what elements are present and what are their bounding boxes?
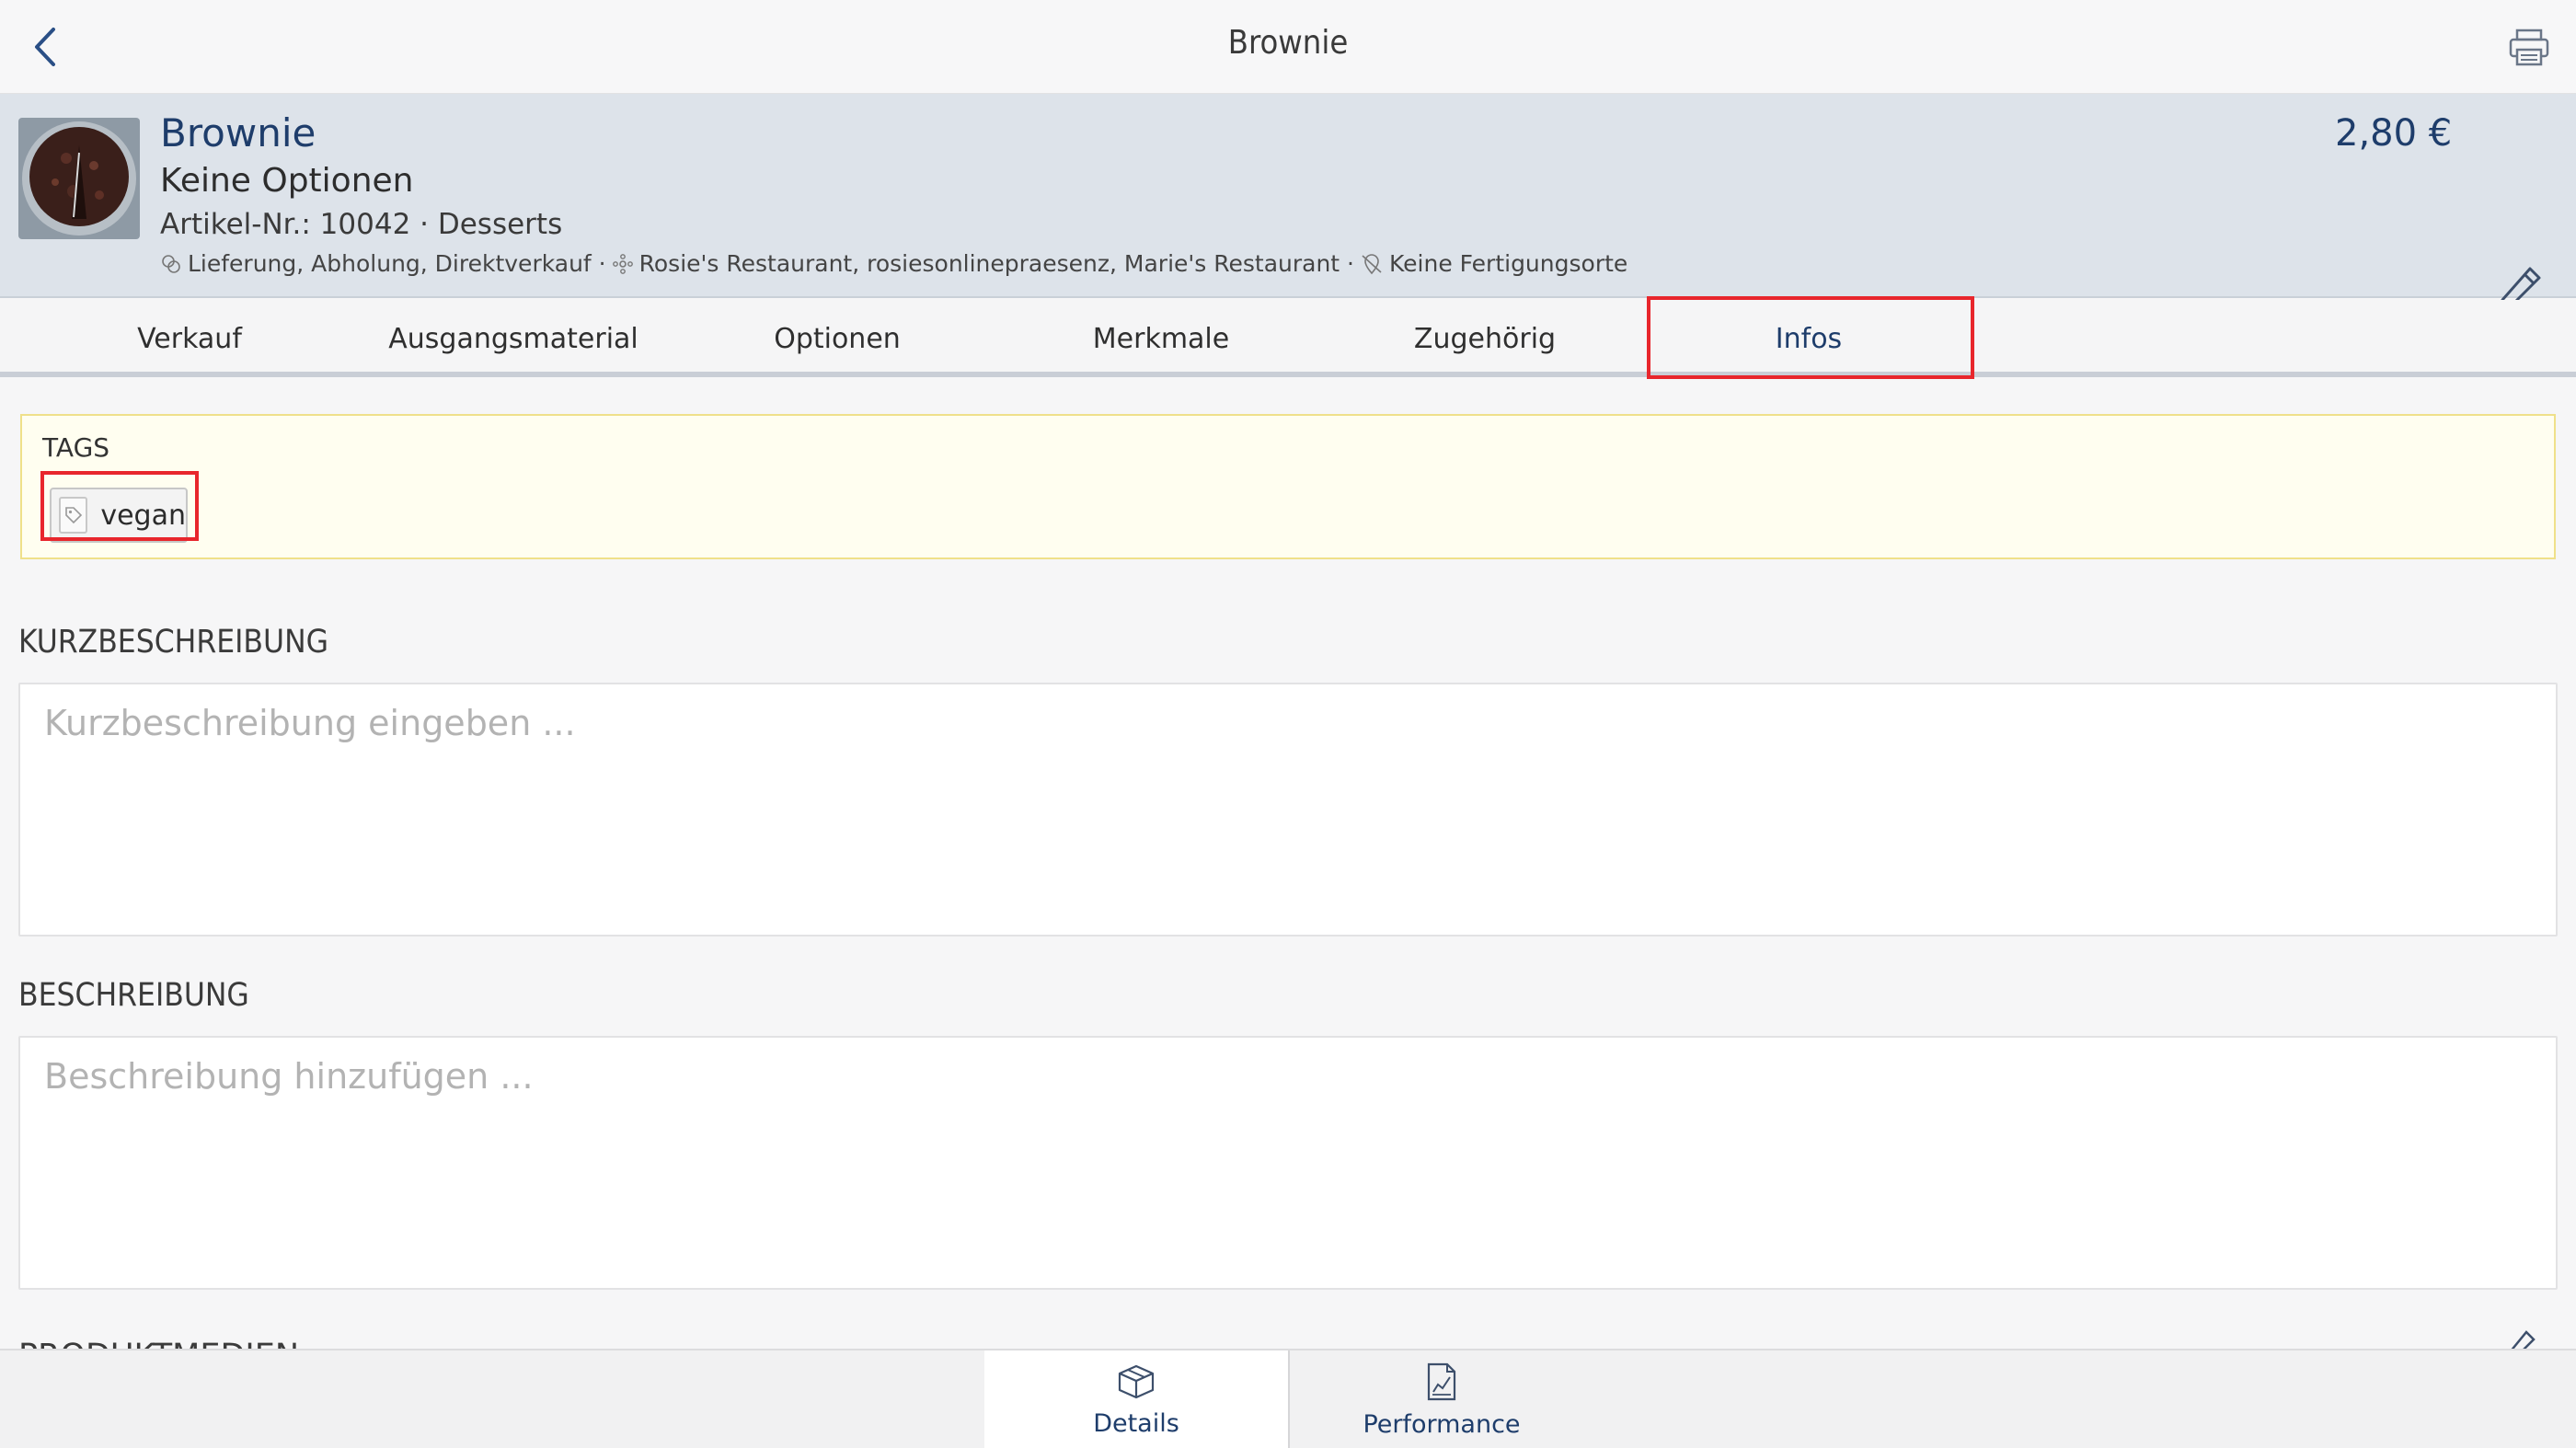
- print-button[interactable]: [2508, 28, 2550, 68]
- tag-icon: [59, 497, 88, 534]
- location-cluster-icon: [612, 253, 633, 274]
- product-media-title: PRODUKTMEDIEN: [18, 1332, 299, 1349]
- description-input[interactable]: [18, 1036, 2558, 1290]
- chart-document-icon: [1427, 1362, 1456, 1400]
- tab-bar: Verkauf Ausgangsmaterial Optionen Merkma…: [0, 300, 2576, 377]
- product-header: Brownie Keine Optionen Artikel-Nr.: 1004…: [0, 94, 2576, 313]
- media-edit-button[interactable]: [2506, 1330, 2536, 1350]
- product-meta: Lieferung, Abholung, Direktverkauf · Ros…: [160, 250, 1627, 277]
- tab-merkmale[interactable]: Merkmale: [999, 300, 1323, 377]
- sales-channel-icon: [162, 254, 180, 273]
- nav-performance-label: Performance: [1363, 1409, 1521, 1439]
- tag-label: vegan: [100, 499, 186, 532]
- top-bar: Brownie: [0, 0, 2576, 94]
- tags-section: TAGS vegan: [20, 414, 2556, 559]
- nav-details[interactable]: Details: [984, 1350, 1288, 1448]
- bottom-nav-divider: [1288, 1350, 1290, 1448]
- description-title: BESCHREIBUNG: [18, 977, 249, 1014]
- product-name: Brownie: [160, 110, 316, 155]
- tab-optionen[interactable]: Optionen: [675, 300, 999, 377]
- page-title: Brownie: [1227, 24, 1349, 62]
- meta-locations: Rosie's Restaurant, rosiesonlinepraesenz…: [638, 250, 1354, 277]
- nav-performance[interactable]: Performance: [1290, 1350, 1593, 1448]
- tab-ausgangsmaterial[interactable]: Ausgangsmaterial: [351, 300, 675, 377]
- meta-channels: Lieferung, Abholung, Direktverkauf ·: [188, 250, 606, 277]
- product-article-number: Artikel-Nr.: 10042 · Desserts: [160, 208, 563, 241]
- short-description-input[interactable]: [18, 683, 2558, 937]
- meta-production: Keine Fertigungsorte: [1389, 250, 1628, 277]
- product-price: 2,80 €: [2335, 112, 2453, 155]
- tab-verkauf[interactable]: Verkauf: [28, 300, 351, 377]
- tags-label: TAGS: [42, 432, 110, 463]
- nav-details-label: Details: [1093, 1408, 1179, 1438]
- pencil-icon: [2510, 1330, 2536, 1350]
- printer-icon: [2509, 29, 2549, 66]
- product-options: Keine Optionen: [160, 162, 414, 200]
- product-image: [18, 118, 140, 239]
- tag-chip[interactable]: vegan: [50, 488, 188, 543]
- short-description-title: KURZBESCHREIBUNG: [18, 624, 329, 661]
- production-site-icon: [1362, 253, 1382, 274]
- tab-infos[interactable]: Infos: [1647, 300, 1971, 377]
- tab-zugehoerig[interactable]: Zugehörig: [1323, 300, 1647, 377]
- box-icon: [1118, 1364, 1155, 1398]
